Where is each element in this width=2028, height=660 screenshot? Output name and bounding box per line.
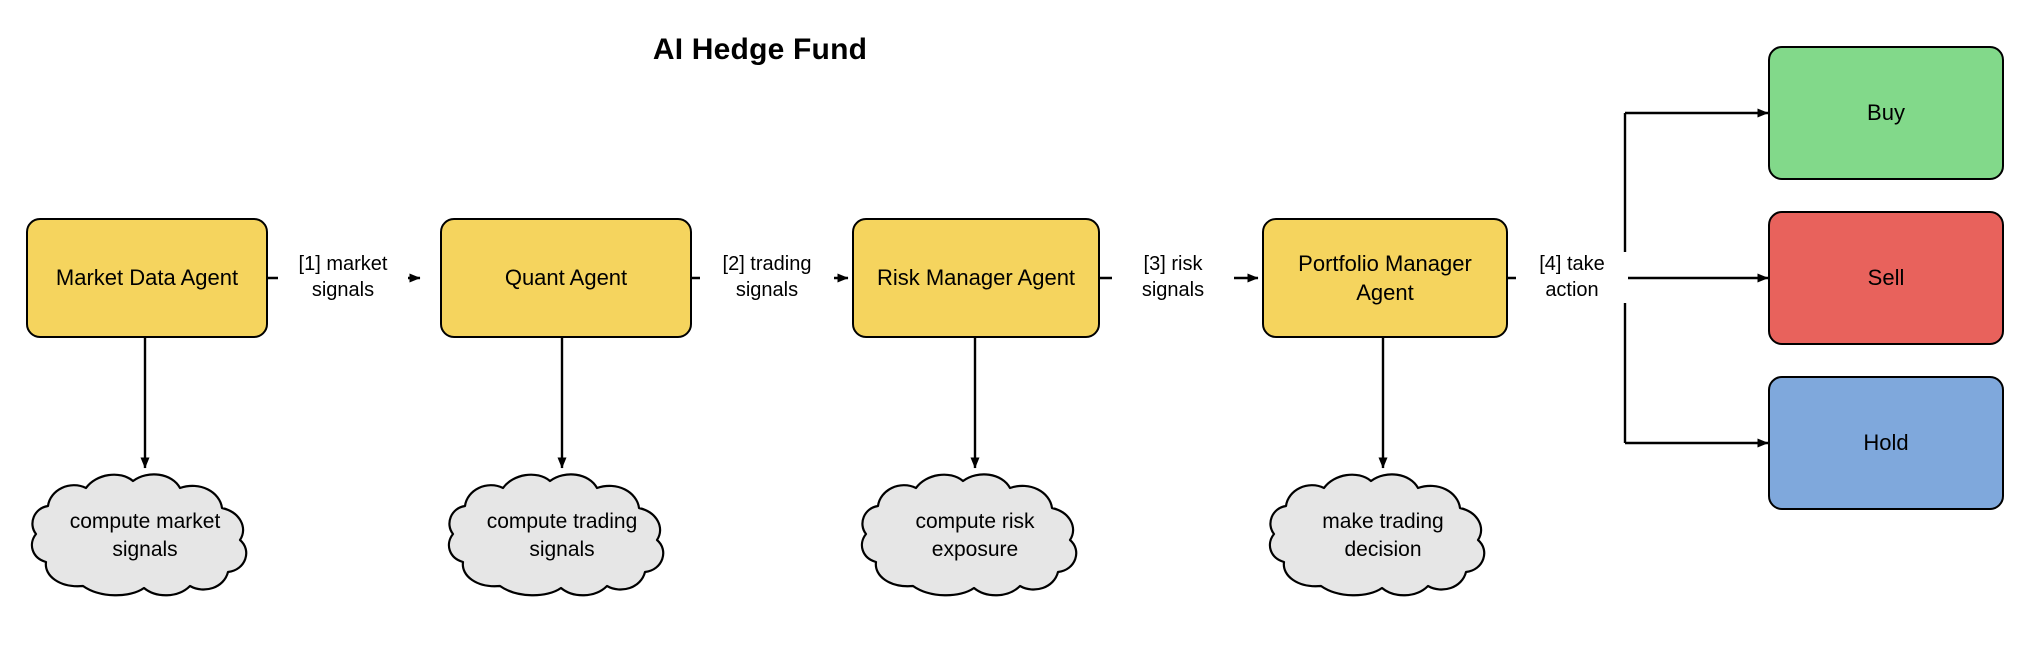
cloud-compute-trading-signals[interactable]: compute trading signals — [437, 468, 687, 603]
cloud-label: compute market signals — [69, 509, 221, 561]
cloud-label: make trading decision — [1322, 509, 1444, 561]
cloud-compute-risk-exposure[interactable]: compute risk exposure — [850, 468, 1100, 603]
node-risk-manager-agent[interactable]: Risk Manager Agent — [852, 218, 1100, 338]
node-decision-buy[interactable]: Buy — [1768, 46, 2004, 180]
node-label: Sell — [1867, 265, 1905, 291]
node-label: Risk Manager Agent — [876, 265, 1076, 291]
node-label: Quant Agent — [504, 265, 628, 291]
edge-label-trading-signals: [2] trading signals — [700, 252, 834, 304]
edge-label-risk-signals: [3] risk signals — [1112, 252, 1234, 304]
diagram-canvas: AI Hedge Fund Market Data Agent Quant Ag… — [0, 0, 2028, 660]
node-label: Market Data Agent — [55, 265, 239, 291]
node-label: Hold — [1863, 430, 1909, 456]
node-label: Buy — [1867, 100, 1905, 126]
cloud-label: compute trading signals — [486, 509, 638, 561]
edge-label-market-signals: [1] market signals — [278, 252, 408, 304]
node-market-data-agent[interactable]: Market Data Agent — [26, 218, 268, 338]
node-decision-hold[interactable]: Hold — [1768, 376, 2004, 510]
cloud-make-trading-decision[interactable]: make trading decision — [1258, 468, 1508, 603]
cloud-label: compute risk exposure — [915, 509, 1035, 561]
node-portfolio-manager-agent[interactable]: Portfolio Manager Agent — [1262, 218, 1508, 338]
node-decision-sell[interactable]: Sell — [1768, 211, 2004, 345]
cloud-compute-market-signals[interactable]: compute market signals — [20, 468, 270, 603]
node-label: Portfolio Manager Agent — [1298, 250, 1472, 305]
diagram-title: AI Hedge Fund — [652, 33, 868, 66]
edge-label-take-action: [4] take action — [1516, 252, 1628, 304]
node-quant-agent[interactable]: Quant Agent — [440, 218, 692, 338]
